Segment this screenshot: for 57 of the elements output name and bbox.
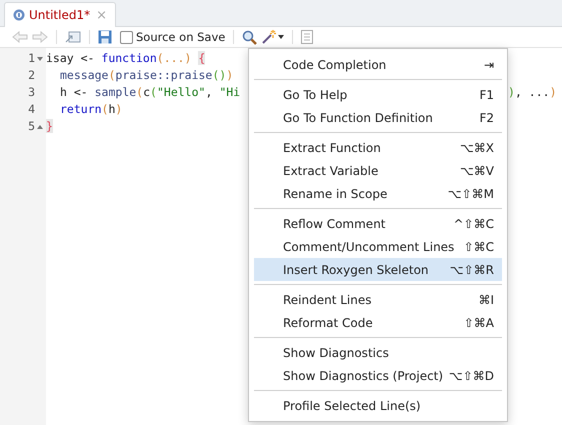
menu-item[interactable]: Reindent Lines ⌘I [254,288,502,311]
line-number: 1 [28,50,35,67]
editor-tab[interactable]: Untitled1* × [4,2,116,27]
document-icon [13,9,25,21]
window-icon[interactable] [65,30,81,44]
menu-item[interactable]: Extract Function ⌥⌘X [254,136,502,159]
code-string: "Hi [219,85,240,99]
menu-item[interactable]: Reformat Code ⇧⌘A [254,311,502,334]
code-brace: } [46,119,53,133]
outline-icon[interactable] [301,30,314,44]
code-text: h <- [60,85,89,99]
menu-item[interactable]: Code Completion ⇥ [254,53,502,76]
code-keyword: return [60,102,102,116]
menu-item[interactable]: Reflow Comment ^⇧⌘C [254,212,502,235]
code-string: "Hello" [156,85,206,99]
menu-item[interactable]: Go To Help F1 [254,83,502,106]
code-paren: ( [108,68,116,82]
menu-item[interactable]: Extract Variable ⌥⌘V [254,159,502,182]
code-text: isay <- [46,51,96,65]
menu-item[interactable]: Comment/Uncomment Lines ⇧⌘C [254,235,502,258]
menu-item[interactable]: Show Diagnostics [254,341,502,364]
code-paren: ( [136,85,144,99]
save-icon[interactable] [98,30,112,44]
code-paren: ) [226,68,234,82]
menu-item[interactable]: Profile Selected Line(s) [254,394,502,417]
code-text: , [205,85,214,99]
code-keyword: function [101,51,157,65]
code-text: , ... [514,85,550,99]
menu-item[interactable]: Rename in Scope ⌥⇧⌘M [254,182,502,205]
code-paren: ) [508,85,515,99]
code-paren: ) [550,85,556,99]
menu-item[interactable]: Go To Function Definition F2 [254,106,502,129]
menu-item[interactable]: Insert Roxygen Skeleton ⌥⇧⌘R [254,258,502,281]
code-function: message [60,68,108,82]
code-paren: ) [115,102,122,116]
line-number: 3 [28,84,35,101]
code-function: sample [94,85,136,99]
fold-icon[interactable] [37,56,43,60]
search-icon[interactable] [242,30,258,44]
line-number: 5 [28,118,35,135]
caret-icon[interactable] [278,35,284,39]
menu-item[interactable]: Show Diagnostics (Project) ⌥⇧⌘D [254,364,502,387]
line-number: 4 [28,101,35,118]
checkbox-label: Source on Save [136,30,226,44]
checkbox[interactable] [120,30,133,44]
code-paren: (...) [156,51,192,65]
line-number: 2 [28,67,35,84]
fold-icon[interactable] [37,124,43,128]
code-paren: ( [102,102,108,116]
code-text: c [143,85,150,99]
magic-wand-icon[interactable] [261,29,278,45]
code-paren: ( [150,85,157,99]
code-function: praise::praise [115,68,212,82]
code-paren: () [212,68,226,82]
code-brace: { [198,51,206,65]
tab-title: Untitled1* [29,8,90,22]
code-text: h [108,102,116,116]
